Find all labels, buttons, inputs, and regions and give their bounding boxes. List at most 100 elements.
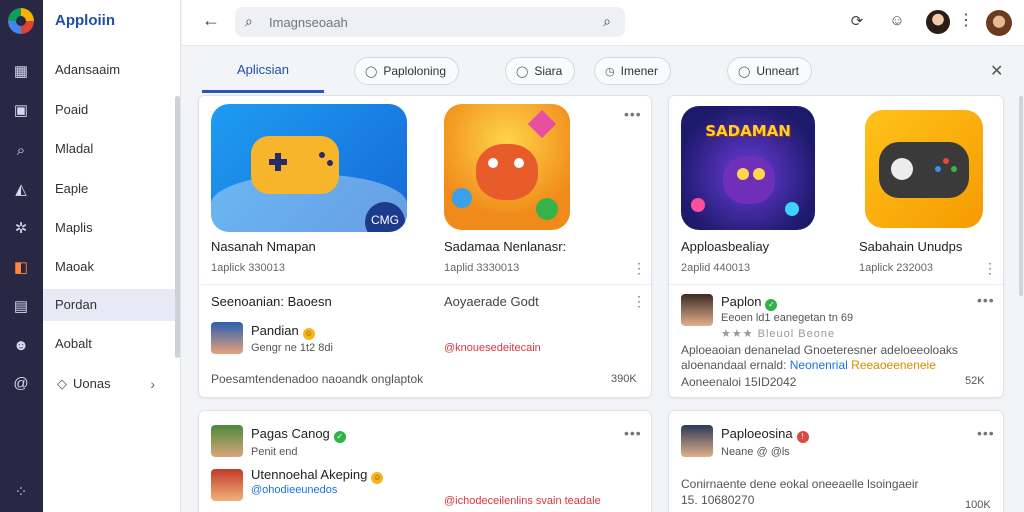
clock-icon: ◯ xyxy=(738,66,751,78)
user-avatar[interactable] xyxy=(211,425,243,457)
page-scrollbar[interactable] xyxy=(1019,96,1023,296)
nav-item-1[interactable]: Adansaaim xyxy=(43,54,175,86)
nav-item-2[interactable]: Poaid xyxy=(43,94,175,126)
review-link[interactable]: Neonenrial xyxy=(790,358,848,372)
window-icon[interactable]: ▤ xyxy=(11,297,31,317)
game-meta: 1aplid 3330013 xyxy=(444,262,520,274)
app-logo-icon[interactable] xyxy=(8,8,34,34)
grid-icon[interactable]: ▦ xyxy=(11,62,31,82)
filter-chip-1-label: Paploloning xyxy=(383,64,447,78)
emoji-icon[interactable]: ☻ xyxy=(11,336,31,356)
top-bar: ← ⌕ ⌕ ⟳ ☺ ⋮ xyxy=(182,0,1024,46)
button-dot xyxy=(327,160,333,166)
nav-item-7-active[interactable]: Pordan xyxy=(43,289,175,321)
icon-rail: ▦ ▣ ⌕ ◭ ✲ ◧ ▤ ☻ @ ⁘ xyxy=(0,0,43,512)
review-count: 390K xyxy=(611,373,637,385)
bookmark-icon[interactable]: ◧ xyxy=(11,258,31,278)
review-link[interactable]: @knouesedeitecain xyxy=(444,342,541,354)
more-horizontal-icon[interactable]: ••• xyxy=(977,425,995,441)
kebab-menu-icon[interactable]: ⋮ xyxy=(632,260,646,277)
nav-item-3[interactable]: Mladal xyxy=(43,133,175,165)
clock-icon: ◯ xyxy=(365,66,378,78)
review-body-line2: 15. 10680270 xyxy=(681,493,755,507)
search-input[interactable] xyxy=(269,12,589,32)
close-icon[interactable]: ✕ xyxy=(990,61,1003,81)
more-horizontal-icon[interactable]: ••• xyxy=(977,292,995,308)
game-title[interactable]: Sabahain Unudps xyxy=(859,239,962,254)
review-user[interactable]: Paploeosina! xyxy=(721,426,809,443)
filter-chip-3[interactable]: ◷ Imener xyxy=(594,57,671,85)
button-dot xyxy=(951,166,957,172)
search-bar[interactable]: ⌕ ⌕ xyxy=(235,7,625,37)
chart-icon[interactable]: ◭ xyxy=(11,180,31,200)
emoji-badge-icon: ☺ xyxy=(302,328,315,340)
game-meta: 1aplick 330013 xyxy=(211,262,286,274)
profile-avatar[interactable] xyxy=(986,10,1012,36)
game-title[interactable]: Nasanah Nmapan xyxy=(211,239,316,254)
nav-item-4[interactable]: Eaple xyxy=(43,173,175,205)
game-card-top-left: ••• CMG Nasanah Nmapan 1aplick 330013 Sa… xyxy=(198,95,652,398)
more-options-icon[interactable]: ⋮ xyxy=(958,10,974,30)
filter-chip-4[interactable]: ◯ Unneart xyxy=(727,57,813,85)
button-dot xyxy=(935,166,941,172)
kebab-menu-icon[interactable]: ⋮ xyxy=(632,293,646,310)
more-horizontal-icon[interactable]: ••• xyxy=(624,106,642,122)
nav-scrollbar[interactable] xyxy=(175,96,180,358)
eye-shape xyxy=(737,168,749,180)
circle-icon: ◯ xyxy=(516,66,529,78)
nav-item-9-label: Uonas xyxy=(73,376,111,391)
divider xyxy=(669,284,1003,285)
chevron-right-icon[interactable]: › xyxy=(150,368,155,400)
game-title[interactable]: Apploasbealiay xyxy=(681,239,769,254)
alert-badge-icon: ! xyxy=(796,431,809,443)
review-card-bottom-left: ••• Pagas Canog ✓ Penit end Utennoehal Ak… xyxy=(198,410,652,512)
game-tile-controller[interactable]: CMG xyxy=(211,104,407,232)
user-avatar[interactable] xyxy=(681,294,713,326)
at-icon[interactable]: @ xyxy=(11,374,31,394)
calendar-icon[interactable]: ▣ xyxy=(11,101,31,121)
verified-badge-icon: ✓ xyxy=(333,431,346,443)
chat-icon[interactable]: ☺ xyxy=(887,12,907,32)
tab-active[interactable]: Aplicsian xyxy=(202,47,324,93)
search-icon[interactable]: ⌕ xyxy=(11,141,31,161)
user-avatar[interactable] xyxy=(681,425,713,457)
review-link[interactable]: @ichodeceilenlins svain teadale xyxy=(444,495,601,507)
game-tile-gamepad[interactable] xyxy=(865,110,983,228)
review-body: Conirnaente dene eokal oneeaelle lsoinga… xyxy=(681,477,919,491)
gear-icon[interactable]: ✲ xyxy=(11,219,31,239)
review-link[interactable]: Reeaoeeneneie xyxy=(851,358,936,372)
review-user[interactable]: Pandian ☺ xyxy=(251,323,315,340)
filter-chip-2[interactable]: ◯ Siara xyxy=(505,57,576,85)
review-user-sub: Gengr ne 1t2 8di xyxy=(251,342,333,354)
review-handle[interactable]: @ohodieeunedos xyxy=(251,484,337,496)
user-avatar[interactable] xyxy=(926,10,950,34)
tag-icon: ◇ xyxy=(57,376,67,391)
user-avatar[interactable] xyxy=(211,322,243,354)
game-meta: 1aplick 232003 xyxy=(859,262,934,274)
filter-chip-1[interactable]: ◯ Paploloning xyxy=(354,57,460,85)
user-avatar[interactable] xyxy=(211,469,243,501)
game-title[interactable]: Sadamaa Nenlanasr: xyxy=(444,239,566,254)
eye-shape xyxy=(753,168,765,180)
nav-item-9[interactable]: ◇ Uonas › xyxy=(43,368,175,400)
review-user[interactable]: Utennoehal Akeping ☺ xyxy=(251,467,384,484)
nav-item-6[interactable]: Maoak xyxy=(43,251,175,283)
kebab-menu-icon[interactable]: ⋮ xyxy=(983,260,997,277)
search-submit-icon[interactable]: ⌕ xyxy=(603,13,611,30)
review-heading: Seenoanian: Baoesn xyxy=(211,294,332,309)
nav-item-5[interactable]: Maplis xyxy=(43,212,175,244)
review-user-sub: Penit end xyxy=(251,446,298,458)
orb-shape xyxy=(785,202,799,216)
more-apps-icon[interactable]: ⁘ xyxy=(12,482,30,501)
orb-shape xyxy=(691,198,705,212)
game-tile-sadaman[interactable]: SADAMAN xyxy=(681,106,815,230)
game-tile-monster[interactable] xyxy=(444,104,570,230)
review-count: 52K xyxy=(965,375,985,387)
more-horizontal-icon[interactable]: ••• xyxy=(624,425,642,441)
back-arrow-icon[interactable]: ← xyxy=(202,10,220,31)
eye-shape xyxy=(488,158,498,168)
review-user[interactable]: Pagas Canog ✓ xyxy=(251,426,346,443)
review-user[interactable]: Paplon ✓ xyxy=(721,294,778,311)
nav-item-8[interactable]: Aobalt xyxy=(43,328,175,360)
refresh-icon[interactable]: ⟳ xyxy=(847,12,867,32)
